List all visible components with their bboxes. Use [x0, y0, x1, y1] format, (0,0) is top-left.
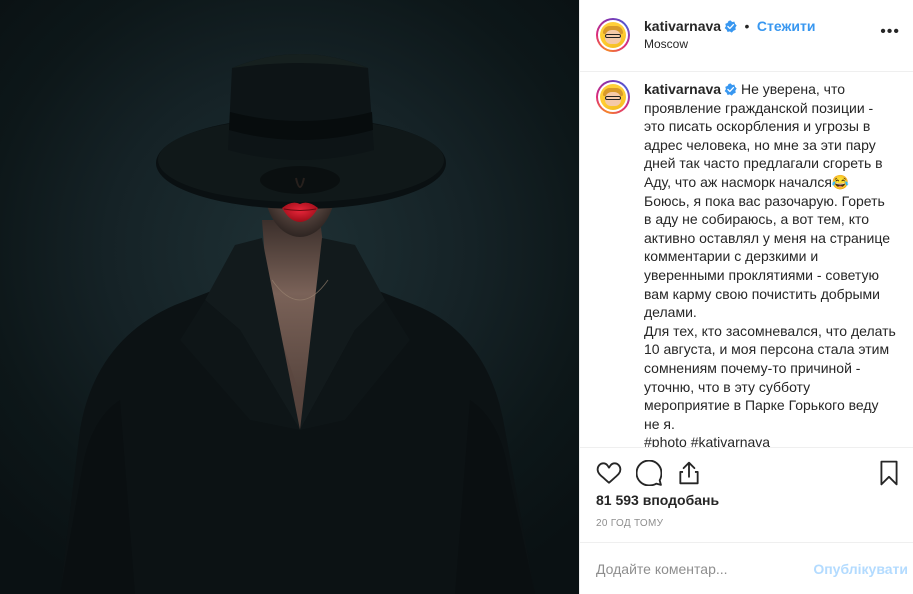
header-username[interactable]: kativarnava: [644, 18, 721, 34]
likes-count[interactable]: 81 593 вподобань: [596, 492, 719, 508]
share-icon[interactable]: [676, 460, 702, 486]
caption-username[interactable]: kativarnava: [644, 81, 721, 97]
post-timestamp[interactable]: 20 ГОД ТОМУ: [596, 518, 663, 529]
caption-avatar[interactable]: [596, 80, 630, 114]
verified-badge-icon: [724, 20, 737, 33]
post-sidebar: kativarnava • Стежити Moscow ••• kativar…: [579, 0, 913, 594]
comment-input[interactable]: [596, 561, 806, 577]
publish-button[interactable]: Опублікувати: [813, 561, 908, 577]
caption-text: kativarnava Не уверена, что проявление г…: [644, 80, 896, 447]
heart-icon[interactable]: [596, 460, 622, 486]
caption-body: Не уверена, что проявление гражданской п…: [644, 81, 896, 447]
verified-badge-icon: [724, 83, 737, 96]
avatar-image: [600, 22, 626, 48]
caption-area: kativarnava Не уверена, что проявление г…: [580, 72, 913, 447]
bookmark-icon[interactable]: [876, 460, 902, 486]
comment-icon[interactable]: [636, 460, 662, 486]
separator-dot: •: [744, 18, 750, 34]
location-link[interactable]: Moscow: [644, 37, 688, 51]
avatar[interactable]: [596, 18, 630, 52]
more-options-icon[interactable]: •••: [880, 24, 900, 40]
avatar-image: [600, 84, 626, 110]
photo-illustration: [60, 54, 535, 594]
post-header: kativarnava • Стежити Moscow •••: [580, 0, 913, 72]
comment-bar: Опублікувати: [580, 542, 913, 594]
post-actions: 81 593 вподобань 20 ГОД ТОМУ Опублікуват…: [580, 447, 913, 594]
post-photo[interactable]: [0, 0, 579, 594]
follow-button[interactable]: Стежити: [757, 18, 816, 34]
